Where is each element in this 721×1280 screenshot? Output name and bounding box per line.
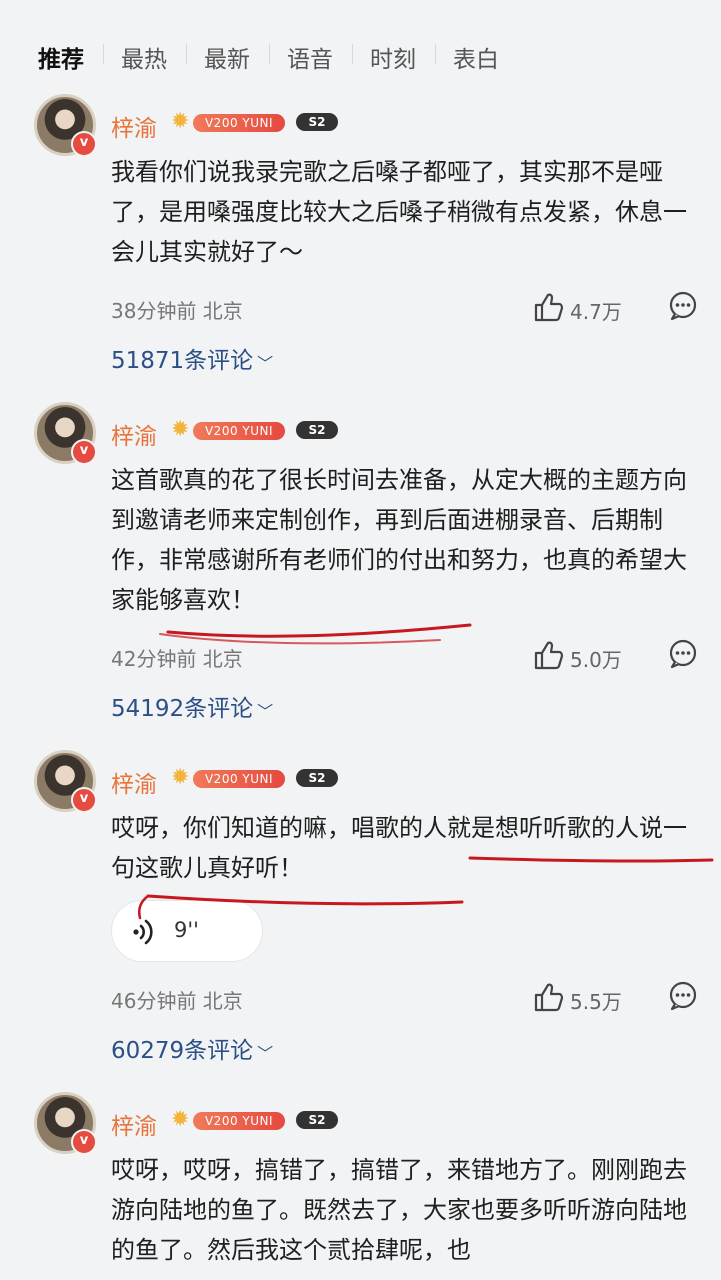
vip-label: V200 YUNI <box>193 770 285 788</box>
chevron-down-icon: ﹀ <box>257 353 274 373</box>
comment-count: 51871条评论 <box>111 348 254 374</box>
tab-divider <box>103 44 104 64</box>
comment-text: 哎呀，哎呀，搞错了，搞错了，来错地方了。刚刚跑去游向陆地的鱼了。既然去了，大家也… <box>111 1156 687 1264</box>
tab-divider <box>435 44 436 64</box>
level-badge: S2 <box>296 113 338 131</box>
level-badge: S2 <box>296 421 338 439</box>
tab-recommended[interactable]: 推荐 <box>38 40 84 74</box>
username[interactable]: 梓渝 <box>111 1107 157 1141</box>
comment-meta: 42分钟前 北京 <box>111 647 243 671</box>
voice-duration: 9'' <box>174 918 199 942</box>
verified-icon: v <box>71 131 97 157</box>
comment-count: 60279条评论 <box>111 1038 254 1064</box>
comment-card: v 梓渝 ✹ V200 YUNI S2 我看你们说我录完歌之后嗓子都哑了，其实那… <box>0 94 721 384</box>
thumbs-up-icon <box>534 293 564 322</box>
comment-count-link[interactable]: 60279条评论 ﹀ <box>111 1031 273 1065</box>
tab-newest[interactable]: 最新 <box>204 40 250 74</box>
thumbs-up-icon <box>534 983 564 1012</box>
avatar[interactable]: v <box>34 1092 97 1155</box>
comment-text: 哎呀，你们知道的嘛，唱歌的人就是想听听歌的人说一句这歌儿真好听！ <box>111 814 687 882</box>
vip-label: V200 YUNI <box>193 422 285 440</box>
voice-wave-icon <box>133 919 153 945</box>
tab-voice[interactable]: 语音 <box>287 40 333 74</box>
vip-label: V200 YUNI <box>193 114 285 132</box>
avatar[interactable]: v <box>34 402 97 465</box>
comment-card: v 梓渝 ✹ V200 YUNI S2 哎呀，你们知道的嘛，唱歌的人就是想听听歌… <box>0 750 721 1070</box>
chevron-down-icon: ﹀ <box>257 701 274 721</box>
username[interactable]: 梓渝 <box>111 765 157 799</box>
verified-icon: v <box>71 1129 97 1155</box>
comment-card: v 梓渝 ✹ V200 YUNI S2 哎呀，哎呀，搞错了，搞错了，来错地方了。… <box>0 1092 721 1280</box>
thumbs-up-icon <box>534 641 564 670</box>
comment-bubble-icon[interactable] <box>667 638 699 670</box>
tab-moments[interactable]: 时刻 <box>370 40 416 74</box>
verified-icon: v <box>71 787 97 813</box>
comment-text: 我看你们说我录完歌之后嗓子都哑了，其实那不是哑了，是用嗓强度比较大之后嗓子稍微有… <box>111 158 687 266</box>
tab-hottest[interactable]: 最热 <box>121 40 167 74</box>
comment-meta: 38分钟前 北京 <box>111 299 243 323</box>
level-badge: S2 <box>296 1111 338 1129</box>
tab-divider <box>186 44 187 64</box>
tab-divider <box>269 44 270 64</box>
tab-bar: 推荐 最热 最新 语音 时刻 表白 <box>0 0 721 108</box>
tab-confession[interactable]: 表白 <box>453 40 499 74</box>
comment-text: 这首歌真的花了很长时间去准备，从定大概的主题方向到邀请老师来定制创作，再到后面进… <box>111 466 687 614</box>
voice-message[interactable]: 9'' <box>111 900 263 962</box>
comment-bubble-icon[interactable] <box>667 290 699 322</box>
tab-divider <box>352 44 353 64</box>
chevron-down-icon: ﹀ <box>257 1043 274 1063</box>
username[interactable]: 梓渝 <box>111 417 157 451</box>
like-count: 5.0万 <box>570 648 622 672</box>
username[interactable]: 梓渝 <box>111 109 157 143</box>
comment-count: 54192条评论 <box>111 696 254 722</box>
vip-label: V200 YUNI <box>193 1112 285 1130</box>
like-count: 5.5万 <box>570 990 622 1014</box>
verified-icon: v <box>71 439 97 465</box>
like-count: 4.7万 <box>570 300 622 324</box>
comment-count-link[interactable]: 51871条评论 ﹀ <box>111 341 273 375</box>
comment-count-link[interactable]: 54192条评论 ﹀ <box>111 689 273 723</box>
comment-card: v 梓渝 ✹ V200 YUNI S2 这首歌真的花了很长时间去准备，从定大概的… <box>0 402 721 722</box>
comment-bubble-icon[interactable] <box>667 980 699 1012</box>
avatar[interactable]: v <box>34 750 97 813</box>
comment-meta: 46分钟前 北京 <box>111 989 243 1013</box>
level-badge: S2 <box>296 769 338 787</box>
avatar[interactable]: v <box>34 94 97 157</box>
